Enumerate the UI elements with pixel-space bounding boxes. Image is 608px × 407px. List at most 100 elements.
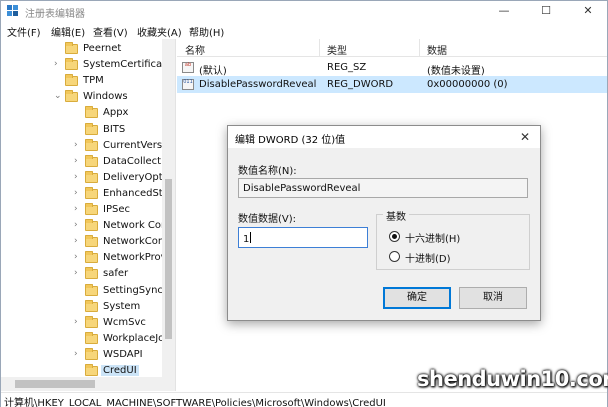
dialog-title-bar: 编辑 DWORD (32 位)值 ✕: [228, 126, 540, 148]
close-button[interactable]: ✕: [571, 1, 605, 21]
folder-icon: [85, 122, 98, 135]
tree-item-label: Peernet: [83, 43, 122, 54]
column-divider[interactable]: [419, 39, 420, 57]
value-data-text: 1: [243, 234, 250, 245]
minimize-button[interactable]: —: [487, 1, 521, 21]
folder-icon: [85, 235, 98, 248]
string-value-icon: ab: [182, 62, 194, 73]
tree-item[interactable]: › NetworkProv: [1, 250, 167, 266]
expand-chevron-icon[interactable]: ›: [54, 59, 62, 69]
folder-icon: [85, 251, 98, 264]
tree-item[interactable]: › WcmSvc: [1, 315, 161, 331]
tree-item-label: WcmSvc: [103, 316, 146, 328]
value-name-label: 数值名称(N):: [238, 166, 297, 177]
tree-item-label: NetworkProv: [103, 252, 167, 264]
decimal-radio-label[interactable]: 十进制(D): [405, 250, 451, 265]
column-data[interactable]: 数据: [427, 42, 447, 57]
expand-chevron-icon[interactable]: ›: [74, 156, 82, 166]
tree-item-label: safer: [103, 268, 129, 280]
tree-item[interactable]: Appx: [1, 105, 161, 121]
tree-item[interactable]: › SystemCertificate: [1, 57, 172, 73]
menu-help[interactable]: 帮助(H): [189, 24, 224, 39]
list-header: 名称 类型 数据: [177, 39, 607, 57]
hex-radio-label[interactable]: 十六进制(H): [405, 230, 460, 245]
maximize-button[interactable]: ☐: [529, 1, 563, 21]
edit-dword-dialog: 编辑 DWORD (32 位)值 ✕ 数值名称(N): DisablePassw…: [227, 125, 541, 321]
expand-chevron-icon[interactable]: ›: [74, 140, 82, 150]
tree-item[interactable]: BITS: [1, 122, 161, 138]
expand-chevron-icon[interactable]: ›: [74, 220, 82, 230]
tree-item[interactable]: SettingSync: [1, 283, 163, 299]
tree-item-label: DataCollectio: [103, 155, 171, 167]
folder-icon: [85, 347, 98, 360]
tree-item[interactable]: › CurrentVersio: [1, 138, 171, 154]
collapse-chevron-icon[interactable]: ⌄: [54, 91, 62, 101]
column-divider[interactable]: [319, 39, 320, 57]
expand-chevron-icon[interactable]: ›: [74, 188, 82, 198]
cancel-button[interactable]: 取消: [459, 287, 527, 309]
tree-item[interactable]: › WSDAPI: [1, 347, 161, 363]
tree-item-label: BITS: [103, 123, 126, 135]
tree-item[interactable]: System: [1, 299, 161, 315]
value-row[interactable]: ab (默认) REG_SZ (数值未设置): [177, 59, 607, 77]
tree-item[interactable]: › safer: [1, 266, 161, 282]
tree-item[interactable]: › IPSec: [1, 202, 161, 218]
value-data-cell: (数值未设置): [427, 66, 485, 77]
tree-item[interactable]: ⌄ Windows: [1, 89, 161, 105]
folder-icon: [85, 267, 98, 280]
menu-favorites[interactable]: 收藏夹(A): [137, 24, 182, 39]
expand-chevron-icon[interactable]: ›: [74, 172, 82, 182]
folder-icon: [65, 42, 78, 54]
expand-chevron-icon[interactable]: ›: [74, 349, 82, 359]
tree-item[interactable]: › DataCollectio: [1, 154, 170, 170]
status-bar: 计算机\HKEY_LOCAL_MACHINE\SOFTWARE\Policies…: [1, 392, 607, 407]
expand-chevron-icon[interactable]: ›: [74, 268, 82, 278]
value-data-input[interactable]: 1: [238, 227, 368, 248]
tree-item[interactable]: › NetworkConn: [1, 234, 171, 250]
menu-view[interactable]: 查看(V): [93, 24, 128, 39]
folder-icon: [85, 364, 98, 376]
tree-item[interactable]: › Network Con: [1, 218, 167, 234]
menu-file[interactable]: 文件(F): [7, 24, 41, 39]
dialog-close-button[interactable]: ✕: [514, 128, 536, 146]
tree-item-label: IPSec: [103, 204, 130, 215]
menu-edit[interactable]: 编辑(E): [51, 24, 85, 39]
tree-item[interactable]: WorkplaceJo: [1, 331, 165, 347]
tree-item[interactable]: TPM: [1, 73, 161, 89]
text-cursor: [250, 232, 252, 243]
value-type-cell: REG_DWORD: [327, 79, 394, 90]
status-path: 计算机\HKEY_LOCAL_MACHINE\SOFTWARE\Policies…: [4, 398, 386, 407]
tree-item[interactable]: › DeliveryOptin: [1, 170, 172, 186]
decimal-radio[interactable]: [389, 251, 400, 262]
tree-horizontal-scrollbar[interactable]: [1, 377, 162, 391]
tree-item-label: CurrentVersio: [103, 139, 171, 151]
ok-button[interactable]: 确定: [383, 287, 451, 309]
tree-item[interactable]: Peernet: [1, 41, 161, 57]
dialog-title: 编辑 DWORD (32 位)值: [235, 135, 346, 146]
tree-item-label: WorkplaceJo: [103, 332, 165, 344]
scroll-thumb[interactable]: [15, 380, 95, 388]
folder-icon: [85, 186, 98, 199]
value-row[interactable]: 011 DisablePasswordReveal REG_DWORD 0x00000…: [177, 76, 607, 93]
tree-item[interactable]: › EnhancedStor: [1, 186, 173, 202]
folder-icon: [85, 203, 98, 215]
column-name[interactable]: 名称: [185, 42, 205, 57]
hex-radio[interactable]: [389, 231, 400, 242]
value-name-field: DisablePasswordReveal: [238, 178, 528, 198]
expand-chevron-icon[interactable]: ›: [74, 317, 82, 327]
column-type[interactable]: 类型: [327, 42, 347, 57]
scroll-thumb[interactable]: [165, 179, 172, 339]
window-title: 注册表编辑器: [25, 9, 85, 20]
tree-item-label: System: [103, 300, 141, 312]
tree-vertical-scrollbar[interactable]: [162, 39, 175, 391]
key-tree[interactable]: Peernet › SystemCertificate TPM ⌄ Windows Appx…: [1, 39, 176, 391]
title-bar: 注册表编辑器 — ☐ ✕: [1, 1, 607, 21]
folder-icon: [85, 315, 98, 328]
expand-chevron-icon[interactable]: ›: [74, 204, 82, 214]
tree-item-label: TPM: [83, 75, 104, 87]
menu-bar: 文件(F) 编辑(E) 查看(V) 收藏夹(A) 帮助(H): [1, 21, 607, 39]
expand-chevron-icon[interactable]: ›: [74, 236, 82, 246]
tree-item-label: CredUI: [101, 365, 139, 376]
expand-chevron-icon[interactable]: ›: [74, 252, 82, 262]
dword-value-icon: 011: [182, 79, 194, 90]
